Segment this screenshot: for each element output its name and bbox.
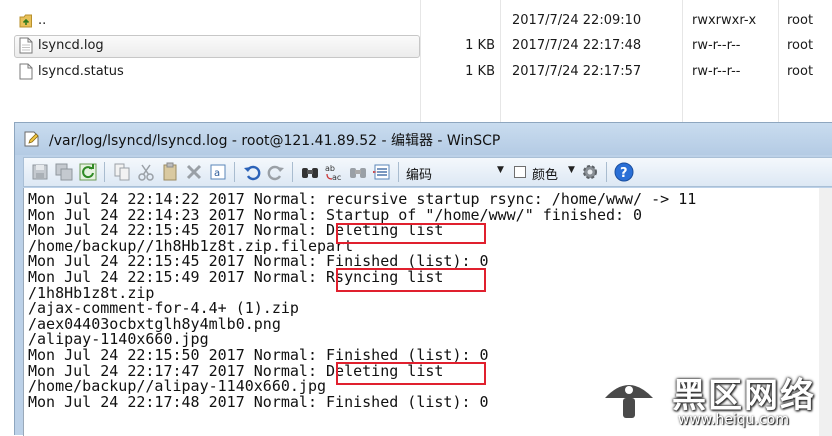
file-icon [19,37,33,54]
file-owner: root [787,38,814,53]
file-permissions: rw-r--r-- [692,64,741,79]
file-owner: root [787,13,814,28]
file-row-lsyncd-log[interactable]: lsyncd.log 1 KB 2017/7/24 22:17:48 rw-r-… [0,34,832,58]
edit-document-icon [24,131,39,147]
svg-text:?: ? [620,166,628,181]
file-name: .. [38,13,47,28]
file-row-lsyncd-status[interactable]: lsyncd.status 1 KB 2017/7/24 22:17:57 rw… [0,60,832,84]
mushroom-logo-icon [600,370,658,428]
file-owner: root [787,64,814,79]
replace-icon[interactable]: abac [324,162,344,182]
save-icon[interactable] [30,162,50,182]
site-watermark: 黑区网络 www.heiqu.com [596,364,832,435]
find-next-icon[interactable] [348,162,368,182]
file-icon [19,63,33,80]
file-permissions: rw-r--r-- [692,38,741,53]
find-icon[interactable] [300,162,320,182]
file-size: 1 KB [465,64,495,79]
window-title: /var/log/lsyncd/lsyncd.log - root@121.41… [49,133,501,149]
delete-icon[interactable] [184,162,204,182]
highlight-box-deleting-list [336,223,486,244]
toolbar-separator [398,162,399,182]
svg-text:ac: ac [332,173,341,182]
caret-down-icon[interactable]: ▼ [568,165,575,175]
copy-icon[interactable] [112,162,132,182]
goto-line-icon[interactable] [372,162,392,182]
svg-text:ab: ab [325,164,335,173]
highlight-box-deleting-list [336,362,486,385]
color-menu-label[interactable]: 颜色 [532,164,558,183]
file-date: 2017/7/24 22:17:57 [512,64,642,79]
file-name: lsyncd.status [38,64,124,79]
title-bar[interactable]: /var/log/lsyncd/lsyncd.log - root@121.41… [15,123,832,155]
highlight-box-rsyncing-list [336,268,486,292]
cut-icon[interactable] [136,162,156,182]
watermark-site-name: 黑区网络 [672,376,816,416]
select-all-icon[interactable]: a [208,162,228,182]
file-list: .. 2017/7/24 22:09:10 rwxrwxr-x root lsy… [0,0,832,122]
file-date: 2017/7/24 22:09:10 [512,13,642,28]
color-checkbox[interactable] [514,166,526,178]
editor-toolbar: a ab ac 编码 ▼ 颜色 ▼ ? [23,157,832,187]
caret-down-icon[interactable]: ▼ [497,165,504,175]
settings-gear-icon[interactable] [580,162,600,182]
file-name: lsyncd.log [38,38,104,53]
toolbar-separator [292,162,293,182]
undo-icon[interactable] [242,162,262,182]
file-row-parent-dir[interactable]: .. 2017/7/24 22:09:10 rwxrwxr-x root [0,9,832,33]
toolbar-separator [104,162,105,182]
watermark-url: www.heiqu.com [678,412,790,428]
toolbar-separator [234,162,235,182]
redo-icon[interactable] [266,162,286,182]
paste-icon[interactable] [160,162,180,182]
svg-text:a: a [214,168,220,179]
save-all-icon[interactable] [54,162,74,182]
help-icon[interactable]: ? [614,162,634,182]
file-date: 2017/7/24 22:17:48 [512,38,642,53]
toolbar-separator [606,162,607,182]
encoding-menu-label[interactable]: 编码 [406,164,432,183]
folder-up-icon [19,14,32,28]
reload-icon[interactable] [78,162,98,182]
file-permissions: rwxrwxr-x [692,13,757,28]
file-size: 1 KB [465,38,495,53]
